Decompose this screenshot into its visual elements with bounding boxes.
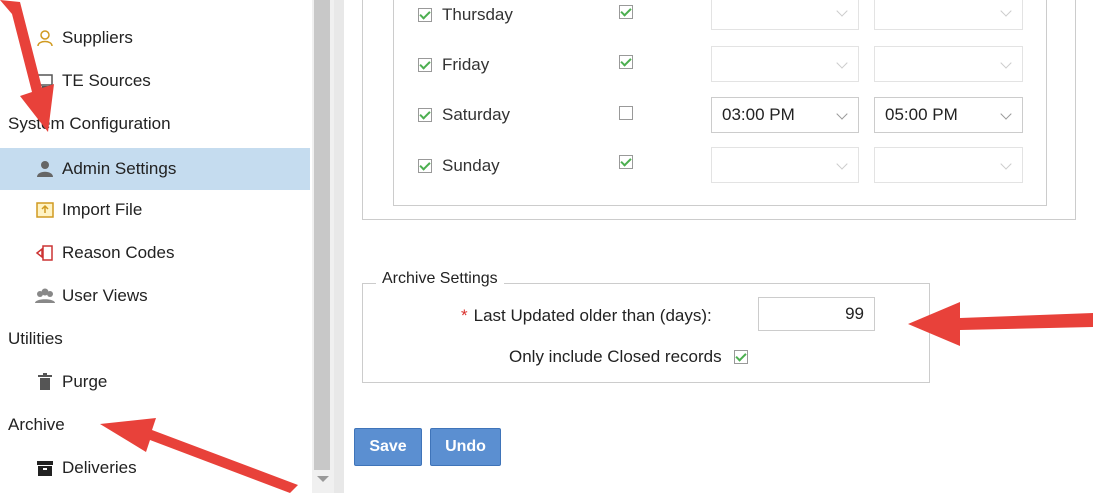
- arrow-to-admin-settings: [0, 0, 54, 132]
- annotation-arrows: [0, 0, 1093, 493]
- arrow-to-archive: [100, 418, 298, 493]
- arrow-to-last-updated-field: [908, 302, 1093, 346]
